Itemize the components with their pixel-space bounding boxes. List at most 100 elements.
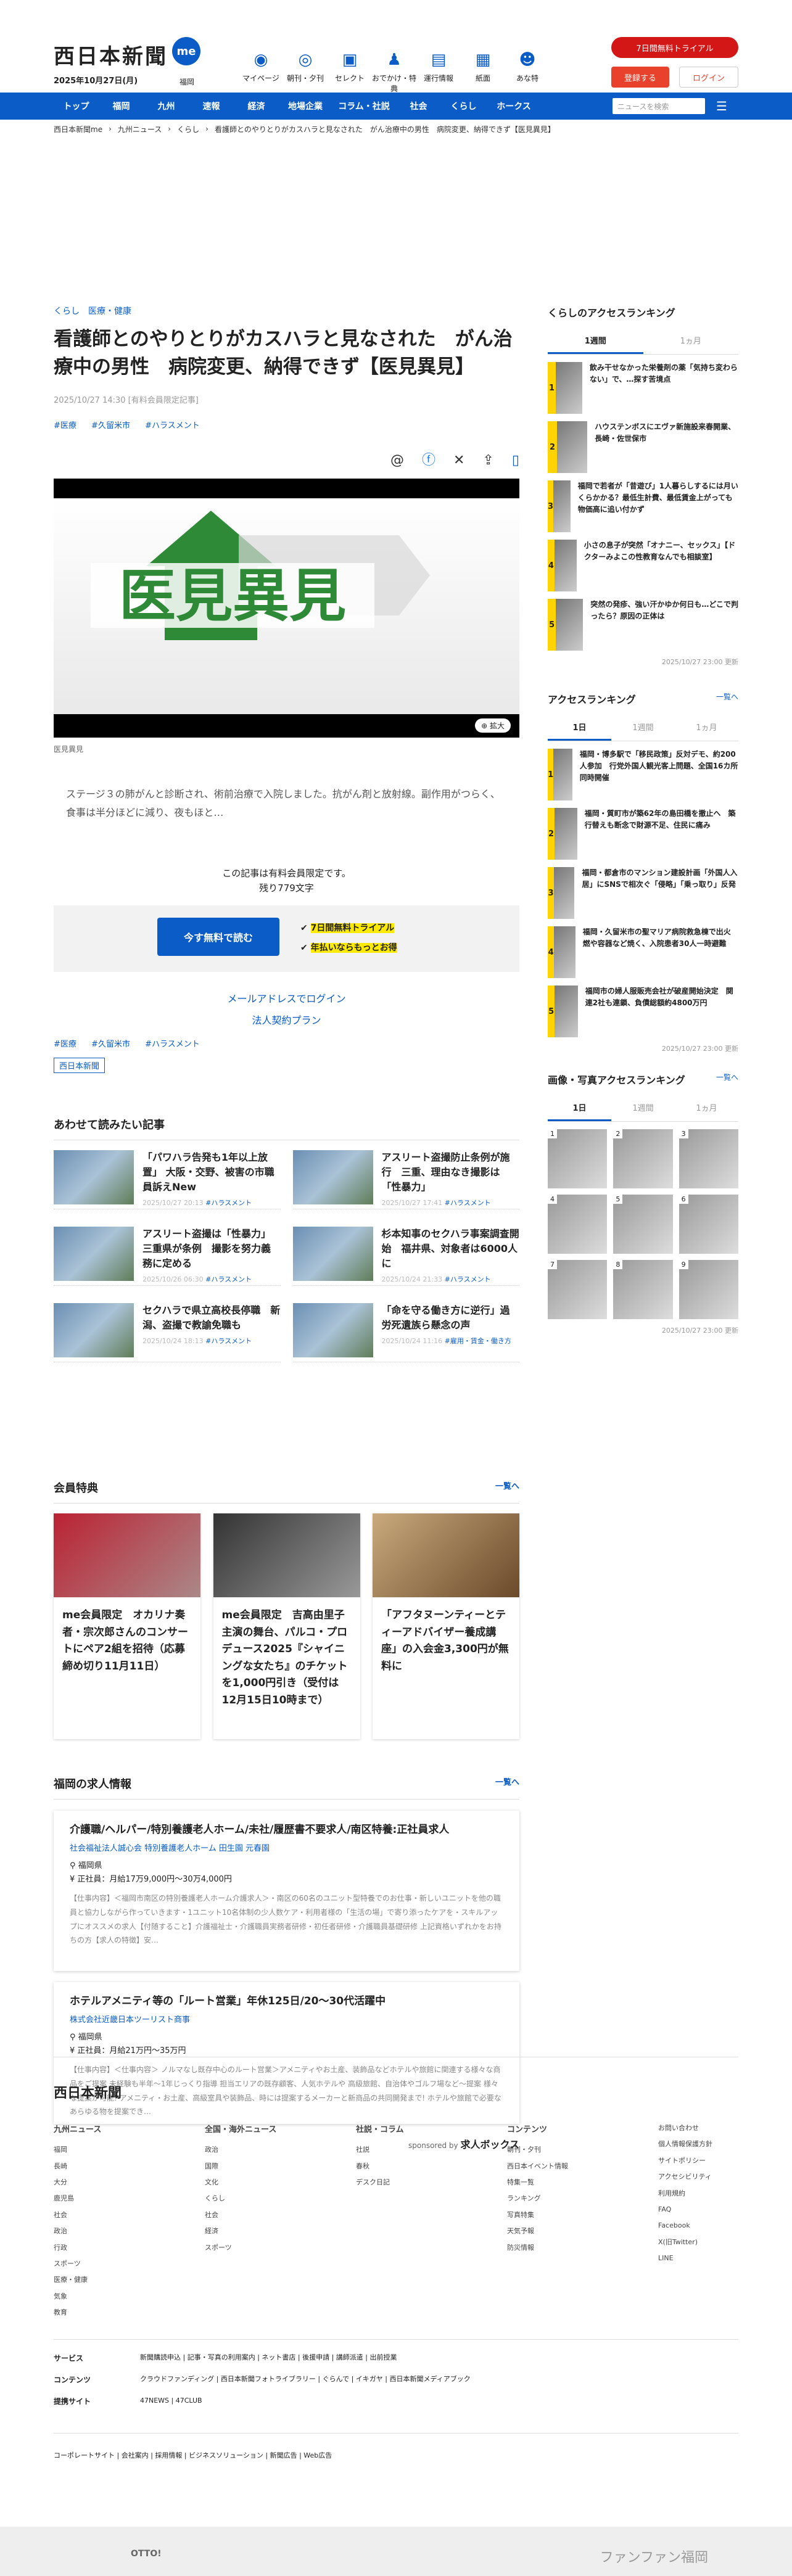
- newspaper-icon: ◎: [298, 51, 313, 69]
- tag-link[interactable]: #ハラスメント: [145, 1040, 200, 1049]
- register-button[interactable]: 登録する: [611, 67, 669, 88]
- article-category[interactable]: くらし 医療・健康: [54, 305, 519, 317]
- perk-card[interactable]: 「アフタヌーンティーとティーアドバイザー養成講座」の入会金3,300円が無料に: [373, 1513, 519, 1739]
- gnav-item[interactable]: くらし: [441, 100, 486, 112]
- photo-ranking-more-link[interactable]: 一覧へ: [716, 1072, 738, 1087]
- nav-train[interactable]: ▤ 運行情報: [416, 51, 461, 94]
- share-icon[interactable]: ⇪: [482, 453, 493, 468]
- update-time: 2025/10/27 23:00 更新: [661, 1045, 738, 1053]
- article-meta: 2025/10/27 14:30 [有料会員限定記事]: [54, 395, 199, 405]
- gnav-item[interactable]: トップ: [54, 100, 99, 112]
- tab-month[interactable]: 1ヵ月: [675, 715, 738, 741]
- menu-icon[interactable]: ☰: [705, 99, 738, 113]
- gnav-item[interactable]: 社会: [396, 100, 441, 112]
- corp-plan-link[interactable]: 法人契約プラン: [54, 1010, 519, 1031]
- photo-rank-item[interactable]: 2: [613, 1129, 673, 1188]
- me-logo[interactable]: me: [172, 37, 200, 65]
- related-item[interactable]: アスリート盗撮防止条例が施行 三重、理由なき撮影は「性暴力」 2025/10/27…: [292, 1150, 519, 1210]
- sidebar: くらしのアクセスランキング 1週間 1ヵ月 1 飲み干せなかった栄養剤の薬「気持ち変…: [548, 305, 738, 1335]
- tab-week[interactable]: 1週間: [548, 328, 643, 354]
- rank-item[interactable]: 4 福岡・久留米市の聖マリア病院救急棟で出火 燃や容器など焼く、入院患者30人一時…: [548, 926, 738, 978]
- perk-card[interactable]: me会員限定 吉高由里子主演の舞台、パルコ・プロデュース2025『シャイニングな…: [213, 1513, 360, 1739]
- ranking-more-link[interactable]: 一覧へ: [716, 691, 738, 706]
- rank-item[interactable]: 1 飲み干せなかった栄養剤の薬「気持ち変わらない」で、…探す苦境点: [548, 362, 738, 414]
- photo-rank-item[interactable]: 1: [548, 1129, 608, 1188]
- paywall-notice: この記事は有料会員限定です。 残り779文字: [54, 866, 519, 895]
- rank-item[interactable]: 2 福岡・質町市が築62年の島田橋を撤止へ 築行替えも断念で財源不足、住民に痛み: [548, 808, 738, 860]
- tag-link[interactable]: #久留米市: [91, 1040, 130, 1049]
- photo-rank-item[interactable]: 8: [613, 1260, 673, 1319]
- nav-anatoku[interactable]: ☻ あな特: [505, 51, 550, 94]
- search-input[interactable]: ニュースを検索: [613, 98, 705, 114]
- rank-item[interactable]: 1 福岡・博多駅で「移民政策」反対デモ、約200人参加 行党外国人観光客上問題、全…: [548, 749, 738, 800]
- related-item[interactable]: 杉本知事のセクハラ事案調査開始 福井県、対象者は6000人に 2025/10/24…: [292, 1227, 519, 1286]
- jobs-more-link[interactable]: 一覧へ: [495, 1776, 519, 1792]
- tag-link[interactable]: #久留米市: [91, 421, 130, 430]
- rank-item[interactable]: 2 ハウステンボスにエヴァ新施設来春開業、長崎・佐世保市: [548, 421, 738, 473]
- mail-login-link[interactable]: メールアドレスでログイン: [54, 988, 519, 1010]
- nav-select[interactable]: ▣ セレクト: [328, 51, 372, 94]
- nav-mypage[interactable]: ◉ マイページ: [239, 51, 283, 94]
- login-button[interactable]: ログイン: [679, 67, 738, 88]
- article-photo[interactable]: 医見異見 ⊕ 拡大: [54, 478, 519, 738]
- me-icon: ◉: [254, 51, 268, 69]
- site-logo[interactable]: 西日本新聞: [54, 39, 168, 70]
- tab-month[interactable]: 1ヵ月: [643, 328, 739, 354]
- breadcrumb-item[interactable]: 九州ニュース: [118, 124, 162, 134]
- related-item[interactable]: 「パワハラ告発も1年以上放置」 大阪・交野、被害の市職員訴えNew 2025/10…: [54, 1150, 281, 1210]
- otto-logo[interactable]: OTTO!: [131, 2549, 162, 2559]
- x-icon[interactable]: ✕: [453, 453, 464, 468]
- footer-logo[interactable]: 西日本新聞: [54, 2082, 738, 2102]
- gnav-item[interactable]: 九州: [144, 100, 189, 112]
- photo-rank-item[interactable]: 6: [679, 1195, 738, 1254]
- tag-link[interactable]: #医療: [54, 1040, 76, 1049]
- perks-more-link[interactable]: 一覧へ: [495, 1479, 519, 1496]
- rank-item[interactable]: 3 福岡・都倉市のマンション建設計画「外国人入居」にSNSで相次ぐ「侵略」「乗っ取…: [548, 867, 738, 919]
- start-free-button[interactable]: 今す無料で読む: [157, 917, 279, 956]
- tab-day[interactable]: 1日: [548, 1095, 611, 1121]
- article-title: 看護師とのやりとりがカスハラと見なされた がん治療中の男性 病院変更、納得できず…: [54, 328, 513, 378]
- photo-rank-item[interactable]: 4: [548, 1195, 608, 1254]
- tab-month[interactable]: 1ヵ月: [675, 1095, 738, 1121]
- related-item[interactable]: セクハラで県立高校長停職 新潟、盗撮で教諭免職も 2025/10/24 18:13…: [54, 1303, 281, 1363]
- zoom-button[interactable]: ⊕ 拡大: [475, 718, 511, 733]
- nav-paper[interactable]: ▦ 紙面: [461, 51, 505, 94]
- gnav-item[interactable]: コラム・社説: [332, 100, 396, 112]
- rank-item[interactable]: 5 福岡市の婦人服販売会社が破産開始決定 関連2社も連鎖、負債総額約4800万円: [548, 986, 738, 1037]
- region-label[interactable]: 福岡: [179, 76, 194, 87]
- breadcrumb-item[interactable]: くらし: [177, 124, 199, 134]
- tag-link[interactable]: #ハラスメント: [145, 421, 200, 430]
- tab-week[interactable]: 1週間: [611, 715, 675, 741]
- perks-heading: 会員特典: [54, 1482, 98, 1495]
- job-card[interactable]: 介護職/ヘルパー/特別養護老人ホーム/未社/履歴書不要求人/南区特養:正社員求人…: [54, 1811, 519, 1971]
- photo-rank-item[interactable]: 3: [679, 1129, 738, 1188]
- perk-card[interactable]: me会員限定 オカリナ奏者・宗次郎さんのコンサートにペア2組を招待（応募締め切り…: [54, 1513, 200, 1739]
- related-item[interactable]: 「命を守る働き方に逆行」過労死遺族ら懸念の声 2025/10/24 11:16 #…: [292, 1303, 519, 1363]
- article-main: くらし 医療・健康 看護師とのやりとりがカスハラと見なされた がん治療中の男性 …: [54, 305, 519, 1363]
- threads-icon[interactable]: @: [390, 453, 404, 468]
- corp-links[interactable]: コーポレートサイト | 会社案内 | 採用情報 | ビジネスソリューション | …: [54, 2432, 738, 2463]
- rank-item[interactable]: 5 突然の発疹、強い汗かゆか何日も…どこで判ったら？原因の正体は: [548, 599, 738, 651]
- gnav-item[interactable]: ホークス: [486, 100, 542, 112]
- gnav-item[interactable]: 福岡: [99, 100, 144, 112]
- facebook-icon[interactable]: ⓕ: [422, 453, 435, 468]
- related-item[interactable]: アスリート盗撮は「性暴力」三重県が条例 撮影を努力義務に定める 2025/10/2…: [54, 1227, 281, 1286]
- rank-item[interactable]: 4 小さの息子が突然「オナニー、セックス」【ドクターみよこの性教育なんでも相談室】: [548, 540, 738, 591]
- photo-rank-item[interactable]: 5: [613, 1195, 673, 1254]
- footer-col: 全国・海外ニュース 政治 国際 文化 くらし 社会 経済 スポーツ: [205, 2125, 277, 2252]
- breadcrumb-item[interactable]: 西日本新聞me: [54, 124, 102, 134]
- gnav-item[interactable]: 速報: [189, 100, 234, 112]
- fanfan-logo[interactable]: ファンファン福岡: [600, 2546, 708, 2566]
- bookmark-icon[interactable]: ▯: [512, 453, 519, 468]
- trial-button[interactable]: 7日間無料トライアル: [611, 37, 738, 58]
- photo-rank-item[interactable]: 9: [679, 1260, 738, 1319]
- tab-week[interactable]: 1週間: [611, 1095, 675, 1121]
- nav-outing[interactable]: ♟ おでかけ・特典: [372, 51, 416, 94]
- photo-rank-item[interactable]: 7: [548, 1260, 608, 1319]
- nav-chokan[interactable]: ◎ 朝刊・夕刊: [283, 51, 328, 94]
- tag-link[interactable]: #医療: [54, 421, 76, 430]
- gnav-item[interactable]: 地場企業: [279, 100, 332, 112]
- gnav-item[interactable]: 経済: [234, 100, 279, 112]
- tab-day[interactable]: 1日: [548, 715, 611, 741]
- rank-item[interactable]: 3 福岡で若者が「昔遊び」1人暮らしするには月いくらかかる？最低生計費、最低賃金上…: [548, 480, 738, 532]
